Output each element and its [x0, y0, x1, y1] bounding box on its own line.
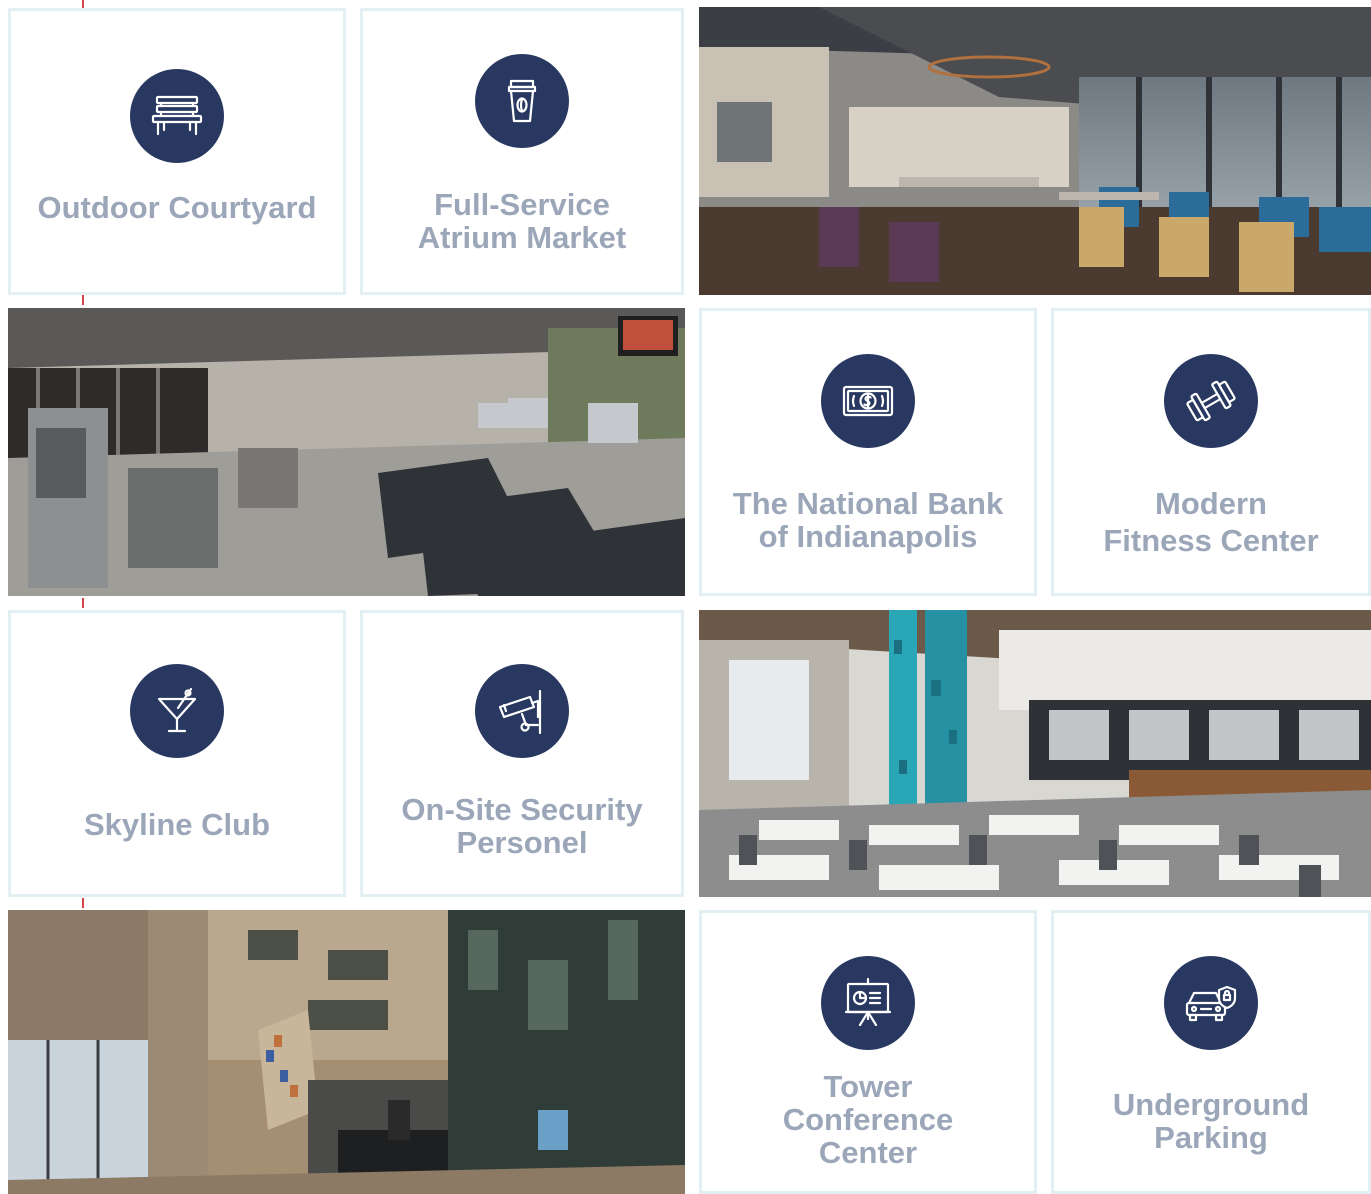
amenity-label: On-Site Security Personel — [401, 792, 643, 860]
accent-tick — [82, 295, 84, 305]
coffee-cup-icon — [475, 54, 569, 148]
fitness-center-photo — [8, 308, 685, 596]
bench-icon — [130, 69, 224, 163]
amenity-card-security: On-Site Security Personel — [360, 610, 684, 897]
amenity-label: Underground Parking — [1112, 1087, 1310, 1155]
amenity-label: Tower Conference Center — [782, 1069, 954, 1170]
amenity-card-underground-parking: Underground Parking — [1051, 910, 1371, 1194]
amenity-card-outdoor-courtyard: Outdoor Courtyard — [8, 8, 346, 295]
amenity-label: The National Bank of Indianapolis — [732, 486, 1004, 554]
amenity-label: Skyline Club — [83, 807, 271, 842]
amenity-card-national-bank: The National Bank of Indianapolis — [699, 308, 1037, 596]
amenity-label: Full-Service Atrium Market — [417, 187, 627, 255]
atrium-lobby-photo — [8, 910, 685, 1194]
amenity-card-skyline-club: Skyline Club — [8, 610, 346, 897]
martini-glass-icon — [130, 664, 224, 758]
security-camera-icon — [475, 664, 569, 758]
food-court-photo — [699, 610, 1371, 897]
amenity-card-conference-center: Tower Conference Center — [699, 910, 1037, 1194]
presentation-board-icon — [821, 956, 915, 1050]
accent-tick — [82, 598, 84, 608]
accent-tick — [82, 898, 84, 908]
amenity-label: Outdoor Courtyard — [37, 190, 317, 225]
banknote-icon — [821, 354, 915, 448]
dumbbell-icon — [1164, 354, 1258, 448]
cafe-dining-photo — [699, 7, 1371, 295]
amenity-label: Modern Fitness Center — [1103, 486, 1319, 558]
car-shield-icon — [1164, 956, 1258, 1050]
amenity-card-fitness-center: Modern Fitness Center — [1051, 308, 1371, 596]
amenity-card-atrium-market: Full-Service Atrium Market — [360, 8, 684, 295]
